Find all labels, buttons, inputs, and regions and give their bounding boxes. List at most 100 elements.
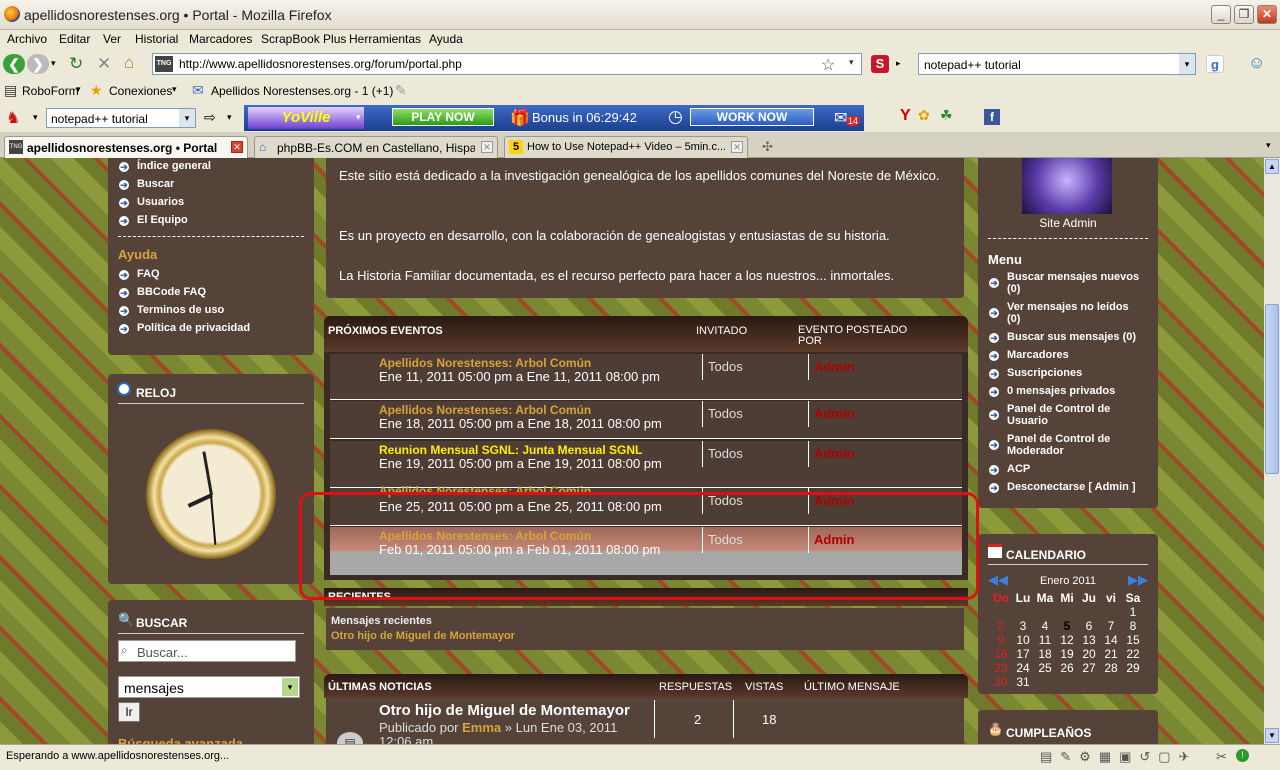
next-month-icon[interactable]: ▶▶ (1128, 572, 1148, 588)
yahoo-icon[interactable]: Y (900, 107, 911, 125)
close-tab-icon[interactable]: ✕ (481, 141, 493, 153)
mail-icon[interactable]: ✉ 14 (834, 108, 861, 128)
new-tab-icon[interactable]: ✣ (762, 139, 773, 155)
dog-dropdown-icon[interactable]: ▾ (33, 112, 38, 123)
calendar-day[interactable]: 18 (1034, 647, 1056, 661)
link-indice[interactable]: Índice general (137, 160, 211, 172)
calendar-day[interactable]: 23 (990, 661, 1012, 675)
link-buscar[interactable]: Buscar (137, 178, 174, 190)
link-unread-posts[interactable]: Ver mensajes no leídos (0) (1007, 301, 1137, 325)
dog-icon[interactable]: ♞ (6, 108, 20, 128)
facebook-icon[interactable]: f (984, 109, 1000, 125)
search-go-button[interactable]: Ir (118, 702, 140, 722)
reload-icon[interactable]: ↻ (69, 54, 83, 74)
play-now-button[interactable]: PLAY NOW (392, 108, 494, 126)
google-icon[interactable]: g (1206, 55, 1224, 73)
close-button[interactable]: ✕ (1257, 5, 1277, 24)
event-title[interactable]: Apellidos Norestenses: Arbol Común (379, 356, 591, 370)
close-tab-icon[interactable]: ✕ (231, 141, 243, 153)
work-now-button[interactable]: WORK NOW (690, 108, 814, 126)
calendar-day[interactable]: 29 (1122, 661, 1144, 675)
url-dropdown-icon[interactable]: ▾ (849, 57, 854, 68)
back-icon[interactable]: ❮ (3, 54, 25, 74)
calendar-day[interactable]: 28 (1100, 661, 1122, 675)
news-topic-link[interactable]: Otro hijo de Miguel de Montemayor (379, 702, 630, 719)
vertical-scrollbar[interactable]: ▲ ▼ (1264, 158, 1280, 744)
link-logout[interactable]: Desconectarse [ Admin ] (1007, 481, 1136, 493)
pencil-icon[interactable]: ✎ (395, 82, 407, 99)
calendar-day[interactable]: 1 (1122, 605, 1144, 619)
calendar-day[interactable]: 24 (1012, 661, 1034, 675)
tab-phpbb[interactable]: ⌂ phpBB-Es.COM en Castellano, Hispano ..… (254, 136, 498, 158)
select-dropdown-icon[interactable]: ▾ (282, 678, 298, 696)
go-arrow-icon[interactable]: ⇨ (204, 109, 216, 126)
calendar-day[interactable]: 31 (1012, 675, 1034, 689)
calendar-day[interactable]: 15 (1122, 633, 1144, 647)
search-type-select[interactable]: mensajes ▾ (118, 676, 300, 698)
maximize-button[interactable]: ❐ (1234, 5, 1254, 24)
calendar-day[interactable]: 25 (1034, 661, 1056, 675)
event-title[interactable]: Apellidos Norestenses: Arbol Común (379, 403, 591, 417)
event-author[interactable]: Admin (808, 354, 854, 380)
admin-avatar[interactable] (1022, 158, 1112, 214)
status-addon-icons[interactable]: ▤✎⚙▦▣↺▢✈ (1040, 749, 1197, 765)
menu-historial[interactable]: Historial (135, 32, 178, 46)
yoville-logo[interactable]: YoVille (248, 107, 364, 129)
link-terminos[interactable]: Terminos de uso (137, 304, 224, 316)
menu-herramientas[interactable]: Herramientas (349, 32, 421, 46)
calendar-day[interactable]: 11 (1034, 633, 1056, 647)
link-bookmarks[interactable]: Marcadores (1007, 349, 1069, 361)
menu-ayuda[interactable]: Ayuda (429, 32, 463, 46)
conexiones-bookmark[interactable]: Conexiones (109, 84, 172, 98)
calendar-day[interactable]: 27 (1078, 661, 1100, 675)
skype-icon[interactable]: ☺ (1248, 53, 1265, 73)
tab-notepad-video[interactable]: 5 How to Use Notepad++ Video – 5min.c...… (504, 136, 748, 158)
calendar-day[interactable]: 16 (990, 647, 1012, 661)
yoville-dropdown-icon[interactable]: ▾ (356, 112, 361, 123)
calendar-day[interactable]: 19 (1056, 647, 1078, 661)
roboform-button[interactable]: RoboForm (22, 84, 79, 98)
calendar-day[interactable]: 22 (1122, 647, 1144, 661)
palm-icon[interactable]: ☘ (940, 107, 953, 124)
event-author[interactable]: Admin (808, 401, 854, 427)
calendar-day[interactable]: 14 (1100, 633, 1122, 647)
roboform-dropdown-icon[interactable]: ▾ (76, 84, 81, 95)
menu-editar[interactable]: Editar (59, 32, 90, 46)
menu-archivo[interactable]: Archivo (7, 32, 47, 46)
security-check-icon[interactable]: ! (1236, 749, 1249, 762)
link-own-posts[interactable]: Buscar sus mensajes (0) (1007, 331, 1136, 343)
recent-post-link[interactable]: Otro hijo de Miguel de Montemayor (331, 630, 515, 642)
link-user-cp[interactable]: Panel de Control de Usuario (1007, 403, 1147, 427)
corn-icon[interactable]: ✿ (918, 107, 930, 124)
calendar-day[interactable]: 30 (990, 675, 1012, 689)
scrapbook-icon[interactable]: S (871, 55, 889, 73)
forward-icon[interactable]: ❯ (27, 54, 49, 74)
search-field[interactable]: notepad++ tutorial ▾ (918, 53, 1196, 75)
go-dropdown-icon[interactable]: ▾ (227, 112, 232, 123)
link-acp[interactable]: ACP (1007, 463, 1030, 475)
link-usuarios[interactable]: Usuarios (137, 196, 184, 208)
link-subscriptions[interactable]: Suscripciones (1007, 367, 1082, 379)
close-tab-icon[interactable]: ✕ (731, 141, 743, 153)
menu-marcadores[interactable]: Marcadores (189, 32, 252, 46)
minimize-button[interactable]: _ (1211, 5, 1231, 24)
tab-portal[interactable]: TNG apellidosnorestenses.org • Portal ✕ (4, 136, 248, 159)
link-new-posts[interactable]: Buscar mensajes nuevos (0) (1007, 271, 1152, 295)
link-privacidad[interactable]: Política de privacidad (137, 322, 250, 334)
calendar-day[interactable]: 26 (1056, 661, 1078, 675)
scrapbook-dropdown-icon[interactable]: ▸ (896, 58, 901, 69)
calendar-day[interactable]: 9 (990, 633, 1012, 647)
menu-ver[interactable]: Ver (103, 32, 121, 46)
calendar-day[interactable]: 13 (1078, 633, 1100, 647)
calendar-day[interactable]: 2 (990, 619, 1012, 633)
conexiones-dropdown-icon[interactable]: ▾ (172, 84, 177, 95)
calendar-day[interactable]: 20 (1078, 647, 1100, 661)
link-moderator-cp[interactable]: Panel de Control de Moderador (1007, 433, 1147, 457)
history-dropdown-icon[interactable]: ▾ (51, 58, 56, 69)
calendar-day[interactable]: 12 (1056, 633, 1078, 647)
calendar-day[interactable]: 6 (1078, 619, 1100, 633)
bookmark-star-icon[interactable]: ☆ (821, 55, 835, 75)
link-private-messages[interactable]: 0 mensajes privados (1007, 385, 1115, 397)
toolbar-search-dropdown-icon[interactable]: ▾ (179, 109, 195, 127)
url-bar[interactable]: TNG http://www.apellidosnorestenses.org/… (152, 53, 862, 75)
